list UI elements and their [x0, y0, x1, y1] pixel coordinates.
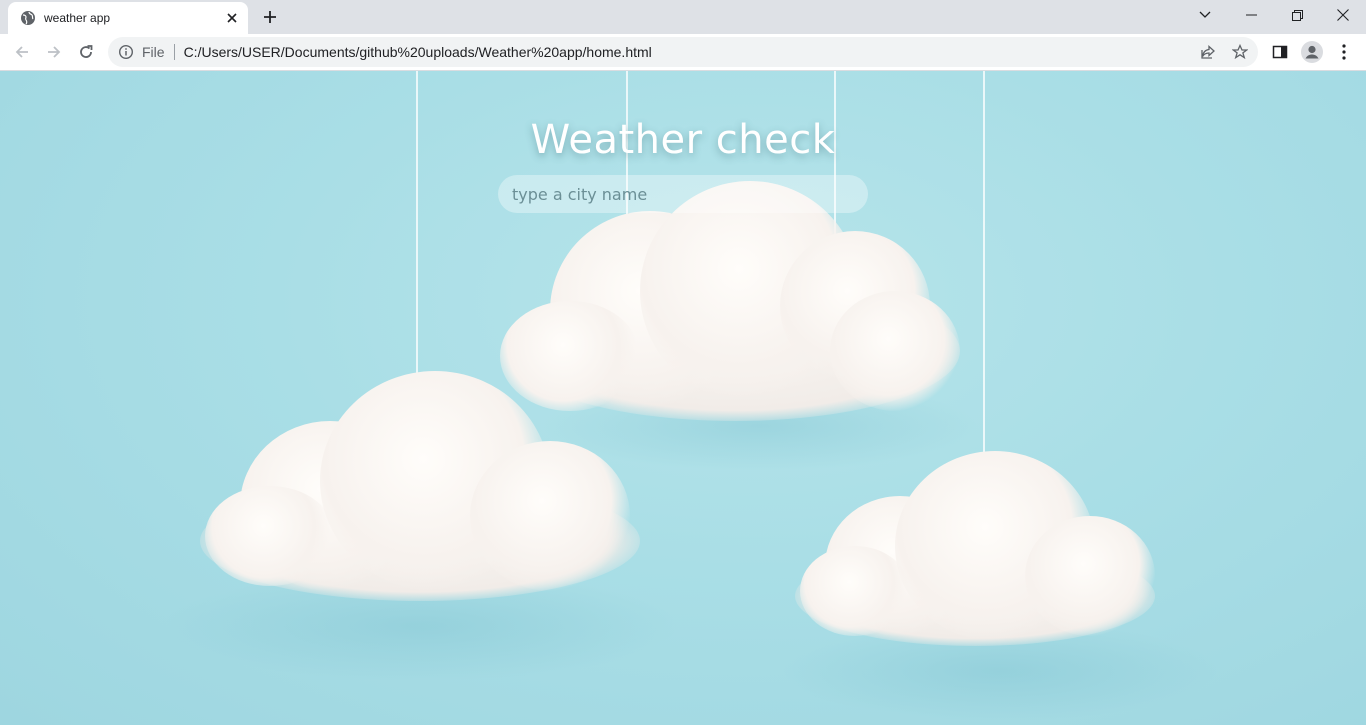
profile-icon[interactable] [1297, 37, 1327, 67]
browser-toolbar: File C:/Users/USER/Documents/github%20up… [0, 34, 1366, 71]
kebab-menu-icon[interactable] [1329, 37, 1359, 67]
tab-strip: weather app [0, 0, 1366, 34]
minimize-icon[interactable] [1228, 0, 1274, 30]
back-arrow-icon[interactable] [7, 37, 37, 67]
weather-page: Weather check [0, 71, 1366, 725]
side-panel-icon[interactable] [1265, 37, 1295, 67]
chevron-down-icon[interactable] [1182, 0, 1228, 30]
city-search-input[interactable] [498, 175, 868, 213]
globe-icon [20, 10, 36, 26]
address-bar[interactable]: File C:/Users/USER/Documents/github%20up… [108, 37, 1258, 67]
window-close-icon[interactable] [1320, 0, 1366, 30]
scheme-label: File [142, 44, 165, 60]
info-icon[interactable] [118, 44, 134, 60]
page-title: Weather check [530, 117, 836, 163]
plus-icon[interactable] [258, 5, 282, 29]
cloud-illustration [795, 451, 1155, 646]
tab-title: weather app [44, 11, 111, 25]
close-icon[interactable] [222, 8, 242, 28]
reload-icon[interactable] [71, 37, 101, 67]
forward-arrow-icon[interactable] [39, 37, 69, 67]
cloud-illustration [200, 371, 640, 601]
share-icon[interactable] [1193, 37, 1223, 67]
restore-icon[interactable] [1274, 0, 1320, 30]
address-separator [173, 44, 175, 60]
tab-weather-app[interactable]: weather app [8, 2, 248, 34]
url-text[interactable]: C:/Users/USER/Documents/github%20uploads… [184, 44, 652, 60]
star-icon[interactable] [1225, 37, 1255, 67]
